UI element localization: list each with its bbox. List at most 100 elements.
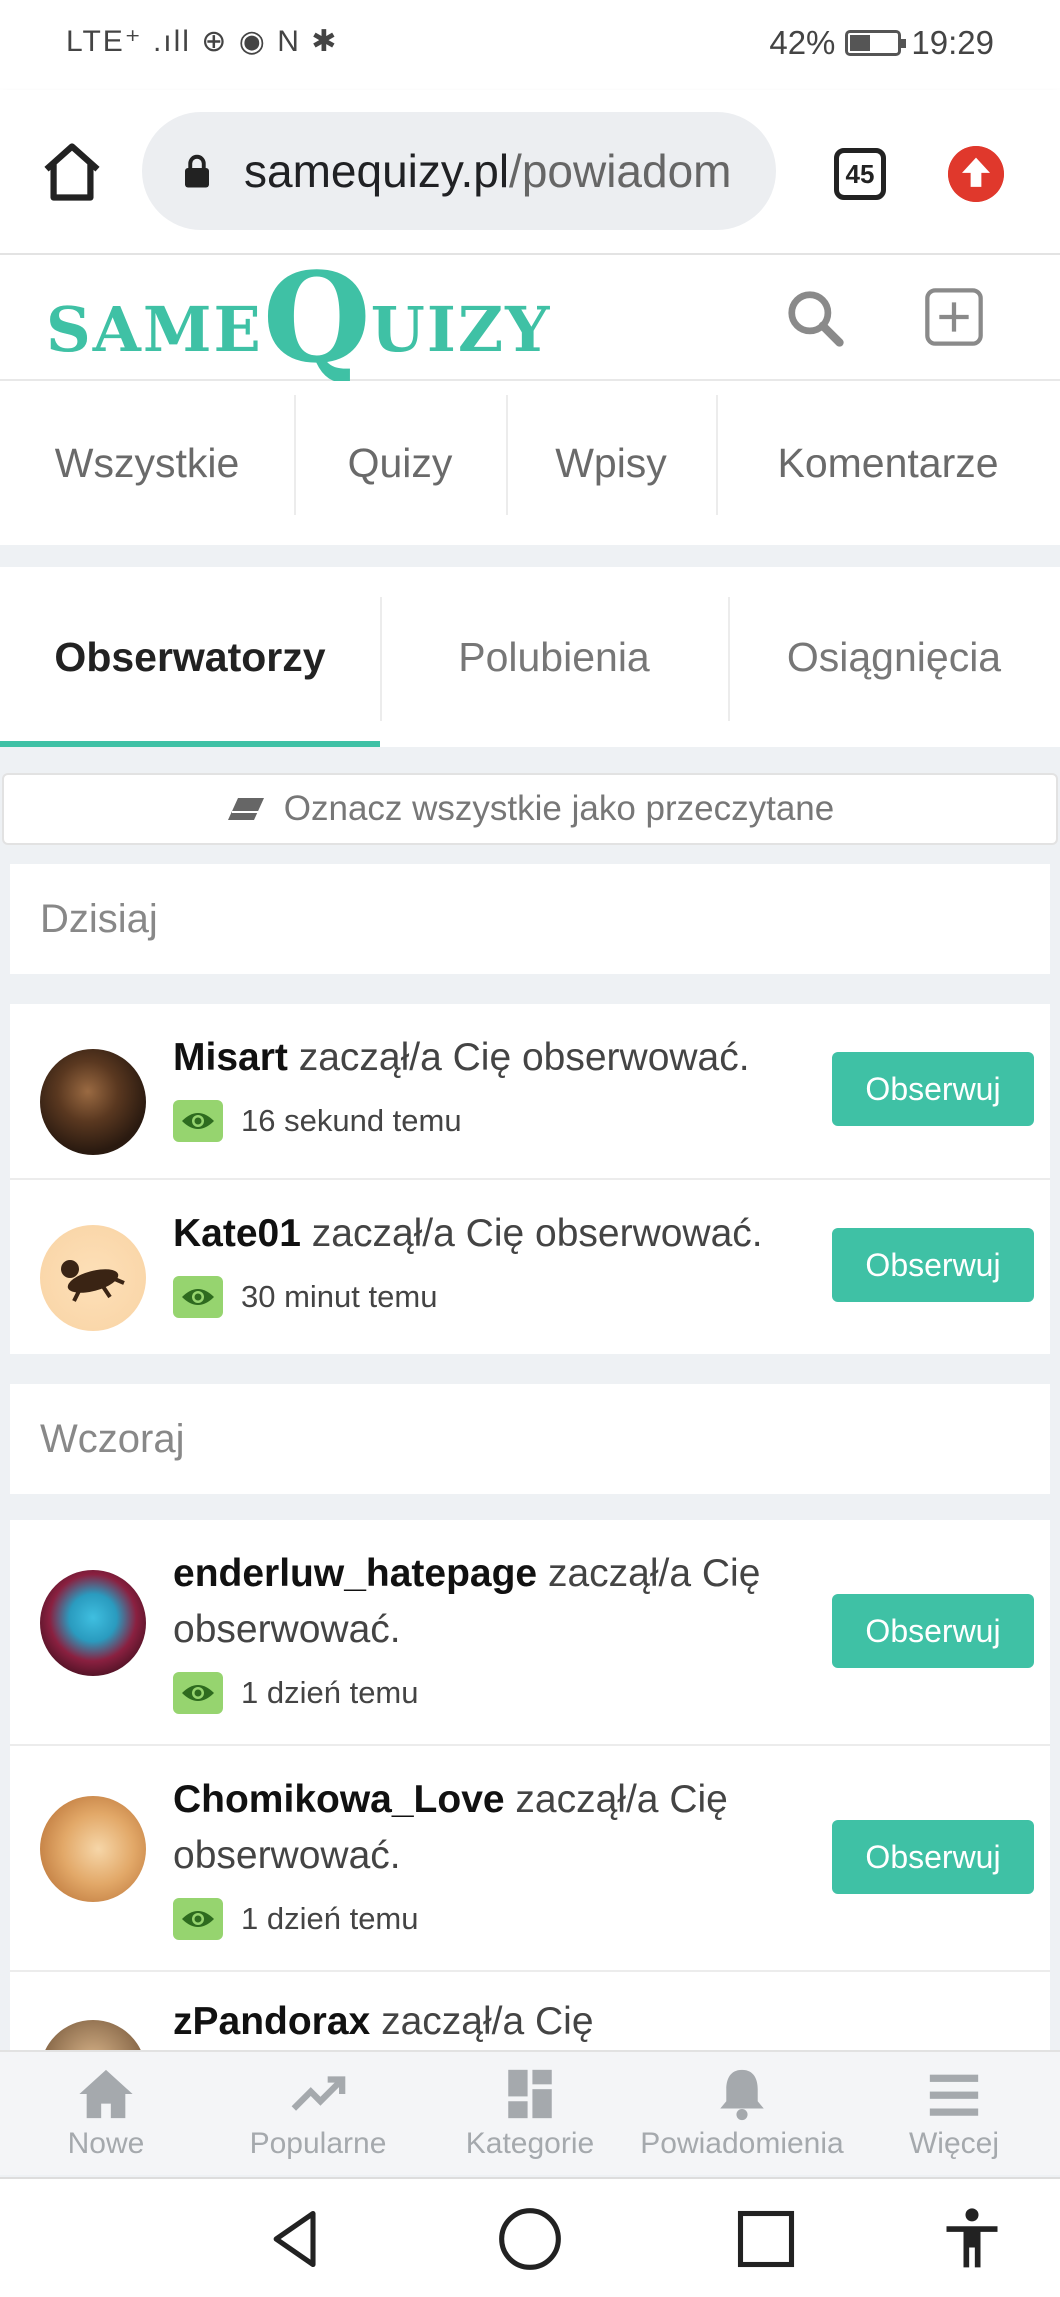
notification-text: enderluw_hatepage zaczął/a Cię obserwowa… (173, 1546, 773, 1658)
notification-time: 1 dzień temu (241, 1901, 419, 1936)
home-icon[interactable] (38, 138, 106, 206)
eye-icon (173, 1276, 223, 1318)
filter-posts[interactable]: Wpisy (506, 381, 716, 545)
notification-type-tabs: Obserwatorzy Polubienia Osiągnięcia (0, 567, 1060, 747)
notification-list-today: Misart zaczął/a Cię obserwować. 16 sekun… (10, 1004, 1050, 1354)
home-icon (79, 2069, 133, 2118)
menu-icon (929, 2074, 979, 2116)
logo-part-q: Q (262, 246, 371, 392)
notification-time: 1 dzień temu (241, 1675, 419, 1710)
notification-text: Chomikowa_Love zaczął/a Cię obserwować. (173, 1772, 773, 1884)
avatar[interactable] (40, 1225, 146, 1331)
follow-button[interactable]: Obserwuj (832, 1052, 1034, 1126)
samequizy-logo[interactable]: SAME Q UIZY (46, 246, 552, 392)
clock: 19:29 (911, 24, 994, 61)
update-arrow-icon[interactable] (948, 146, 1004, 202)
filter-comments[interactable]: Komentarze (716, 381, 1060, 545)
avatar-image (61, 1260, 125, 1302)
tab-likes[interactable]: Polubienia (380, 567, 728, 747)
notification-text: zPandorax zaczął/a Cię (173, 1994, 773, 2050)
recents-icon[interactable] (732, 2205, 800, 2273)
status-bar: LTE⁺ .ıll ⊕ ◉ N ✱ 42% 19:29 (0, 0, 1060, 90)
nav-more-label: Więcej (908, 2126, 999, 2160)
tab-switcher-button[interactable]: 45 (834, 148, 886, 200)
bell-icon (720, 2069, 764, 2120)
trending-up-icon (291, 2075, 346, 2111)
notification-time: 16 sekund temu (241, 1103, 462, 1138)
notification-action: zaczął/a Cię (381, 2000, 594, 2043)
tab-achievements[interactable]: Osiągnięcia (728, 567, 1060, 747)
plus-square-icon[interactable] (922, 285, 986, 349)
nav-new[interactable]: Nowe (0, 2052, 212, 2175)
url-bar[interactable]: samequizy.pl/powiadom (142, 112, 776, 230)
nav-popular-label: Popularne (249, 2126, 387, 2160)
avatar[interactable] (40, 1049, 146, 1155)
user-name[interactable]: zPandorax (173, 2000, 370, 2043)
notification-text: Misart zaczął/a Cię obserwować. (173, 1030, 773, 1086)
eye-icon (173, 1100, 223, 1142)
section-label-today: Dzisiaj (10, 864, 1050, 974)
user-name[interactable]: Kate01 (173, 1212, 301, 1255)
eye-icon (173, 1898, 223, 1940)
mark-all-read-label: Oznacz wszystkie jako przeczytane (283, 789, 835, 828)
lock-icon (185, 154, 209, 188)
follow-button[interactable]: Obserwuj (832, 1228, 1034, 1302)
content-filter-tabs: Wszystkie Quizy Wpisy Komentarze (0, 381, 1060, 545)
notification-list-yesterday: enderluw_hatepage zaczął/a Cię obserwowa… (10, 1520, 1050, 2050)
nav-categories[interactable]: Kategorie (424, 2052, 636, 2175)
avatar[interactable] (40, 1570, 146, 1676)
nav-notifications[interactable]: Powiadomienia (636, 2052, 848, 2175)
notification-meta: 1 dzień temu (173, 1898, 419, 1940)
eye-icon (173, 1672, 223, 1714)
status-right: 42% 19:29 (769, 24, 994, 62)
system-navigation-bar (0, 2177, 1060, 2297)
notification-item[interactable]: Misart zaczął/a Cię obserwować. 16 sekun… (10, 1004, 1050, 1180)
status-icons: LTE⁺ .ıll ⊕ ◉ N ✱ (66, 25, 339, 58)
section-label-yesterday: Wczoraj (10, 1384, 1050, 1494)
avatar[interactable] (40, 1796, 146, 1902)
notification-action: zaczął/a Cię obserwować. (311, 1212, 763, 1255)
notification-item[interactable]: zPandorax zaczął/a Cię (10, 1972, 1050, 2050)
accessibility-icon[interactable] (938, 2205, 1006, 2273)
notification-meta: 16 sekund temu (173, 1100, 462, 1142)
home-circle-icon[interactable] (496, 2205, 564, 2273)
filter-all[interactable]: Wszystkie (0, 381, 294, 545)
user-name[interactable]: Chomikowa_Love (173, 1778, 505, 1821)
url-domain: samequizy.pl (244, 145, 510, 197)
nav-categories-label: Kategorie (465, 2126, 595, 2160)
filter-quizzes[interactable]: Quizy (294, 381, 506, 545)
browser-toolbar: samequizy.pl/powiadom 45 (0, 90, 1060, 255)
notification-action: zaczął/a Cię obserwować. (298, 1036, 750, 1079)
notification-meta: 1 dzień temu (173, 1672, 419, 1714)
eraser-icon (227, 798, 264, 820)
user-name[interactable]: Misart (173, 1036, 288, 1079)
notification-item[interactable]: Kate01 zaczął/a Cię obserwować. 30 minut… (10, 1180, 1050, 1354)
nav-new-label: Nowe (67, 2126, 145, 2160)
grid-icon (508, 2069, 552, 2118)
tab-followers[interactable]: Obserwatorzy (0, 567, 380, 747)
notification-item[interactable]: enderluw_hatepage zaczął/a Cię obserwowa… (10, 1520, 1050, 1746)
search-icon[interactable] (784, 287, 846, 349)
url-path: /powiadom (509, 145, 732, 197)
battery-icon (845, 30, 907, 56)
notification-text: Kate01 zaczął/a Cię obserwować. (173, 1206, 773, 1262)
notification-item[interactable]: Chomikowa_Love zaczął/a Cię obserwować. … (10, 1746, 1050, 1972)
avatar[interactable] (40, 2020, 146, 2050)
logo-part-same: SAME (46, 293, 263, 366)
url-text: samequizy.pl/powiadom (244, 144, 732, 198)
battery-percent: 42% (769, 24, 836, 61)
logo-part-uizy: UIZY (370, 293, 552, 366)
nav-notifications-label: Powiadomienia (640, 2126, 844, 2160)
nav-more[interactable]: Więcej (848, 2052, 1060, 2175)
battery-fill (850, 35, 870, 51)
notification-meta: 30 minut temu (173, 1276, 437, 1318)
follow-button[interactable]: Obserwuj (832, 1594, 1034, 1668)
notification-time: 30 minut temu (241, 1279, 438, 1314)
user-name[interactable]: enderluw_hatepage (173, 1552, 537, 1595)
mark-all-read-button[interactable]: Oznacz wszystkie jako przeczytane (2, 773, 1058, 845)
follow-button[interactable]: Obserwuj (832, 1820, 1034, 1894)
back-icon[interactable] (262, 2205, 330, 2273)
bottom-navigation: Nowe Popularne Kategorie Powiadomienia W… (0, 2050, 1060, 2175)
nav-popular[interactable]: Popularne (212, 2052, 424, 2175)
site-header: SAME Q UIZY (0, 255, 1060, 381)
